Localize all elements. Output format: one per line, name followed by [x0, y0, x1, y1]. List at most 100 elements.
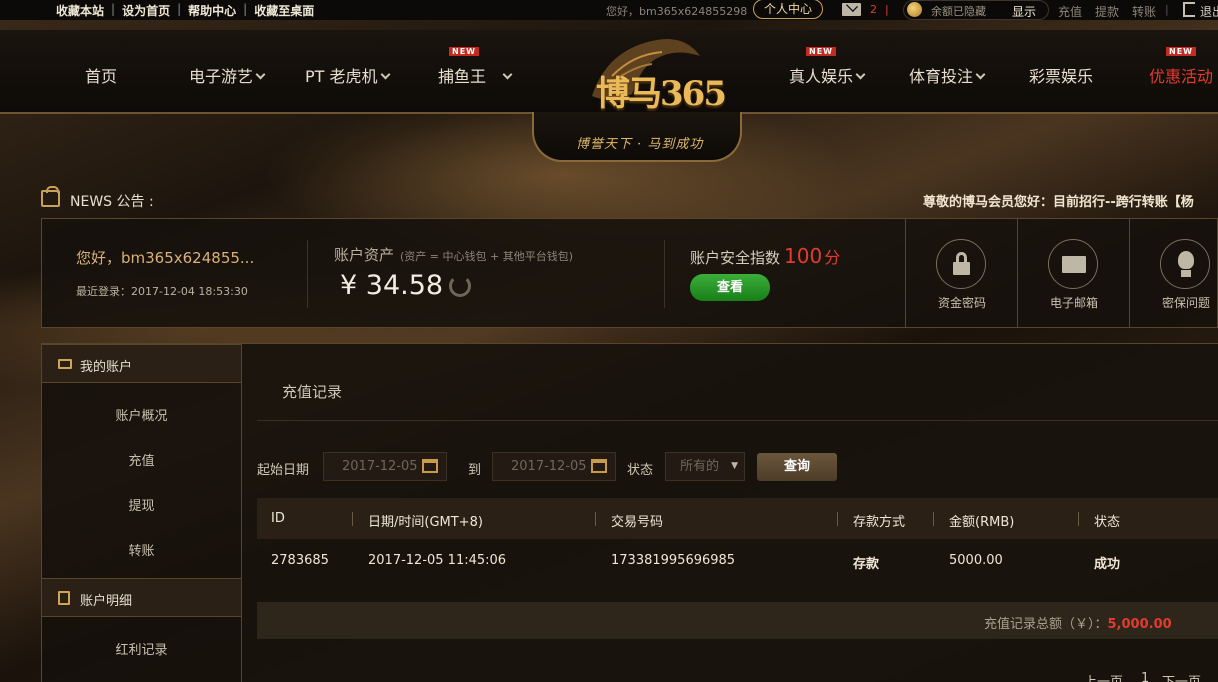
new-badge: NEW	[806, 47, 836, 56]
account-greeting: 您好，bm365x624855...	[76, 249, 255, 267]
bulb-body	[1178, 251, 1194, 269]
start-date-value: 2017-12-05	[342, 459, 418, 474]
chevron-down-icon	[855, 69, 866, 80]
personal-center-button[interactable]: 个人中心	[753, 0, 823, 19]
security-heading: 账户安全指数 100 分	[690, 244, 840, 268]
divider: |	[111, 2, 116, 16]
email-tool[interactable]: 电子邮箱	[1017, 219, 1129, 327]
save-to-desktop-link[interactable]: 收藏至桌面	[254, 2, 314, 19]
bookmark-site-link[interactable]: 收藏本站	[56, 2, 104, 19]
calculator-icon	[58, 591, 70, 605]
set-homepage-link[interactable]: 设为首页	[122, 2, 170, 19]
column-header: 金额(RMB)	[949, 515, 1015, 530]
lightbulb-icon	[1160, 239, 1210, 289]
help-center-link[interactable]: 帮助中心	[188, 2, 236, 19]
start-date-input[interactable]: 2017-12-05	[323, 452, 447, 481]
nav-lottery[interactable]: 彩票娱乐	[1029, 63, 1093, 87]
asset-note: (资产 = 中心钱包 + 其他平台钱包)	[400, 250, 574, 263]
new-badge: NEW	[1166, 47, 1196, 56]
logout-link[interactable]: 退出	[1200, 3, 1218, 20]
mail-count-badge[interactable]: 2	[870, 3, 877, 16]
sidebar-item-withdraw[interactable]: 提现	[42, 495, 241, 514]
asset-heading: 账户资产 (资产 = 中心钱包 + 其他平台钱包)	[334, 244, 573, 265]
sidebar-section-account-details[interactable]: 账户明细	[42, 578, 241, 617]
sidebar-item-bonus-records[interactable]: 红利记录	[42, 639, 241, 658]
withdraw-link[interactable]: 提款	[1095, 3, 1119, 20]
lock-body	[953, 262, 970, 275]
quick-links: 充值 提款 转账	[1058, 3, 1156, 20]
column-header: 状态	[1094, 515, 1121, 530]
sidebar-section-my-account[interactable]: 我的账户	[42, 344, 241, 383]
balance-hidden-text: 余额已隐藏	[931, 5, 986, 18]
total-label: 充值记录总额（￥）：	[984, 617, 1108, 632]
calendar-icon[interactable]	[422, 459, 438, 473]
nav-sports[interactable]: 体育投注	[909, 63, 986, 87]
column-divider	[1078, 512, 1079, 526]
nav-promo-label: 优惠活动	[1149, 67, 1214, 86]
table-cell: 成功	[1094, 557, 1121, 572]
column-divider	[837, 512, 838, 526]
asset-value: ¥ 34.58	[340, 270, 444, 301]
sidebar-item-transfer[interactable]: 转账	[42, 540, 241, 559]
end-date-input[interactable]: 2017-12-05	[492, 452, 616, 481]
nav-pt-label: PT 老虎机	[305, 67, 378, 86]
divider: |	[885, 3, 889, 16]
fund-password-tool[interactable]: 资金密码	[905, 219, 1017, 327]
page-title: 充值记录	[282, 383, 343, 401]
chevron-down-icon	[380, 69, 390, 80]
last-login: 最近登录：2017-12-04 18:53:30	[76, 285, 248, 298]
nav-live-label: 真人娱乐	[789, 67, 854, 86]
nav-live-casino[interactable]: 真人娱乐	[789, 63, 866, 87]
mail-icon[interactable]	[842, 3, 861, 16]
to-label: 到	[468, 463, 482, 478]
envelope-body	[1062, 256, 1086, 273]
nav-pt-slots[interactable]: PT 老虎机	[305, 63, 390, 87]
table-cell: 2783685	[271, 553, 329, 568]
transfer-link[interactable]: 转账	[1132, 3, 1156, 20]
nav-slots[interactable]: 电子游艺	[189, 63, 266, 87]
deposit-total: 充值记录总额（￥）：5,000.00	[984, 613, 1172, 632]
divider: |	[243, 2, 248, 16]
sidebar-item-deposit[interactable]: 充值	[42, 450, 241, 469]
column-header: ID	[271, 511, 285, 526]
nav-home[interactable]: 首页	[85, 63, 117, 87]
total-value: 5,000.00	[1107, 617, 1172, 632]
chevron-down-icon	[255, 69, 266, 80]
new-badge: NEW	[449, 47, 479, 56]
nav-promotions[interactable]: 优惠活动	[1149, 63, 1213, 87]
column-header: 存款方式	[853, 515, 906, 530]
refresh-icon[interactable]	[449, 275, 471, 297]
news-ticker[interactable]: 尊敬的博马会员您好：目前招行--跨行转账【杨	[923, 191, 1194, 210]
next-page-link[interactable]: 下一页	[1162, 671, 1201, 682]
logo-text: 博马365	[596, 74, 727, 114]
start-date-label: 起始日期	[257, 463, 310, 478]
sidebar-item-overview[interactable]: 账户概况	[42, 405, 241, 424]
card-icon	[58, 359, 72, 369]
divider	[257, 420, 1218, 421]
page-number[interactable]: 1	[1141, 671, 1149, 682]
status-select[interactable]: 所有的 ▼	[665, 452, 745, 481]
logout-icon[interactable]	[1183, 2, 1195, 17]
nav-fishing-label: 捕鱼王	[438, 67, 487, 86]
lock-icon	[936, 239, 986, 289]
table-cell: 2017-12-05 11:45:06	[368, 553, 507, 568]
table-cell: 5000.00	[949, 553, 1003, 568]
logo-slogan: 博誉天下 · 马到成功	[576, 137, 704, 152]
nav-home-label: 首页	[85, 67, 118, 86]
announcement-icon	[41, 186, 60, 207]
chevron-down-icon	[502, 69, 513, 80]
nav-fishing[interactable]: 捕鱼王	[438, 63, 513, 87]
prev-page-link[interactable]: 上一页	[1084, 671, 1123, 682]
security-question-tool[interactable]: 密保问题	[1129, 219, 1218, 327]
top-utility-bar: 收藏本站 | 设为首页 | 帮助中心 | 收藏至桌面 您好，bm365x6248…	[0, 0, 1218, 20]
query-button[interactable]: 查询	[757, 453, 837, 481]
calendar-icon[interactable]	[591, 459, 607, 473]
chevron-down-icon	[975, 69, 986, 80]
security-title: 账户安全指数	[690, 249, 781, 267]
chevron-down-icon: ▼	[731, 461, 738, 471]
show-balance-button[interactable]: 显示	[1012, 3, 1036, 20]
view-security-button[interactable]: 查看	[690, 274, 770, 301]
deposit-link[interactable]: 充值	[1058, 3, 1082, 20]
news-label: NEWS 公告 :	[70, 194, 154, 210]
column-divider	[352, 512, 353, 526]
